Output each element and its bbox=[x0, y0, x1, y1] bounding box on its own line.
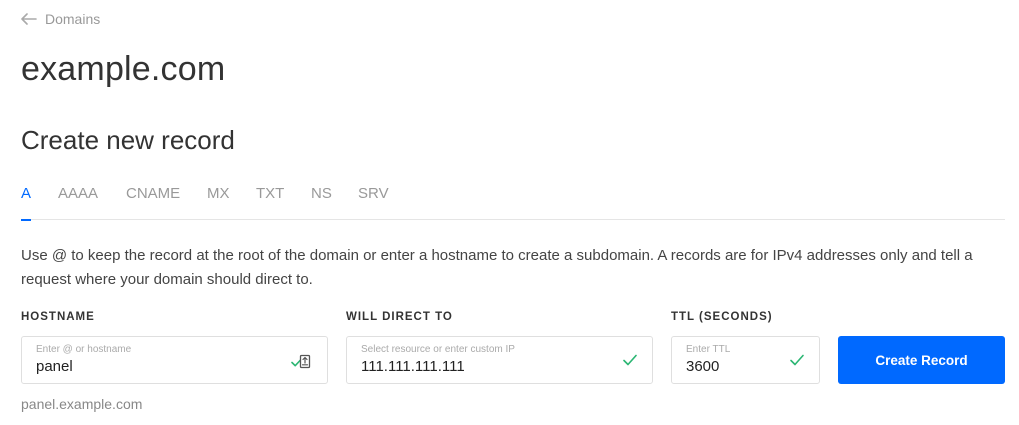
tab-cname[interactable]: CNAME bbox=[126, 183, 180, 220]
tab-srv[interactable]: SRV bbox=[358, 183, 389, 220]
tab-a[interactable]: A bbox=[21, 183, 32, 221]
create-record-button[interactable]: Create Record bbox=[838, 336, 1005, 384]
ttl-input[interactable] bbox=[686, 358, 789, 375]
check-icon bbox=[622, 353, 638, 372]
tab-aaaa[interactable]: AAAA bbox=[58, 183, 98, 220]
back-link-label: Domains bbox=[45, 11, 101, 27]
ttl-label: TTL (SECONDS) bbox=[671, 311, 773, 323]
ttl-field[interactable]: Enter TTL bbox=[671, 336, 820, 384]
tab-txt[interactable]: TXT bbox=[256, 183, 284, 220]
record-type-tabs: A AAAA CNAME MX TXT NS SRV bbox=[21, 183, 1005, 221]
ttl-placeholder: Enter TTL bbox=[686, 344, 731, 355]
tab-ns[interactable]: NS bbox=[311, 183, 332, 220]
direct-to-label: WILL DIRECT TO bbox=[346, 311, 453, 323]
direct-to-input[interactable] bbox=[361, 358, 575, 375]
hostname-field[interactable]: Enter @ or hostname bbox=[21, 336, 328, 384]
arrow-left-icon bbox=[21, 13, 37, 25]
valid-with-autofill-icon bbox=[291, 353, 313, 376]
hostname-placeholder: Enter @ or hostname bbox=[36, 344, 132, 355]
hostname-preview: panel.example.com bbox=[21, 396, 143, 412]
direct-to-placeholder: Select resource or enter custom IP bbox=[361, 344, 515, 355]
direct-to-field[interactable]: Select resource or enter custom IP bbox=[346, 336, 653, 384]
hostname-input[interactable] bbox=[36, 358, 250, 375]
check-icon bbox=[789, 353, 805, 372]
back-to-domains-link[interactable]: Domains bbox=[21, 11, 100, 27]
hostname-label: HOSTNAME bbox=[21, 311, 95, 323]
section-title: Create new record bbox=[21, 125, 235, 155]
tab-mx[interactable]: MX bbox=[207, 183, 230, 220]
record-description: Use @ to keep the record at the root of … bbox=[21, 247, 973, 288]
page-title: example.com bbox=[21, 50, 226, 88]
